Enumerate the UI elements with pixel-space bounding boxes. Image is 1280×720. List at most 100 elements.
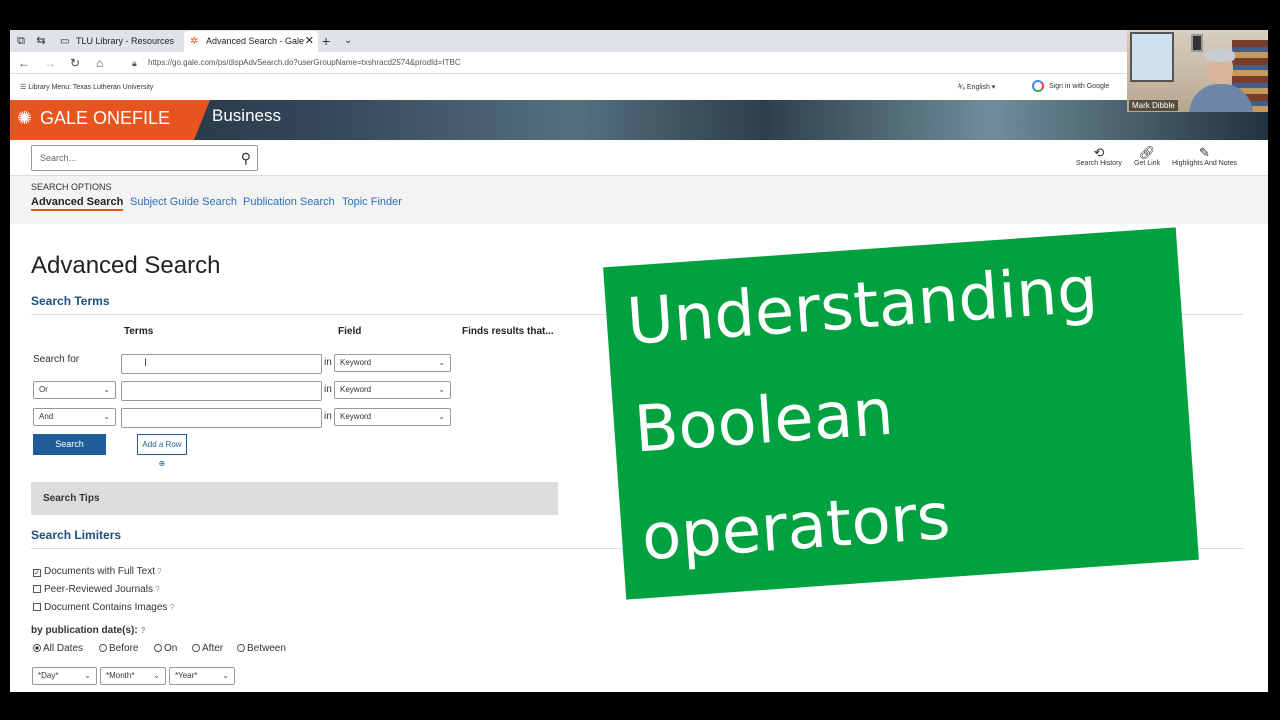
- radio-label: Between: [247, 643, 286, 654]
- terms-column-header: Terms: [124, 326, 154, 337]
- tab-advanced-search[interactable]: ✲ Advanced Search - Gale ✕: [184, 31, 318, 52]
- operator-value: Or: [39, 385, 48, 394]
- overlay-line-1: Understanding: [624, 253, 1100, 360]
- new-tab-icon[interactable]: +: [322, 31, 330, 51]
- tab-actions-icon[interactable]: ⇆: [34, 34, 48, 48]
- add-row-label: Add a Row: [142, 440, 182, 449]
- in-label: in: [324, 357, 332, 368]
- google-sign-in[interactable]: Sign in with Google: [1032, 80, 1109, 92]
- product-name: Business: [212, 106, 281, 125]
- search-terms-heading: Search Terms: [31, 294, 110, 308]
- overlay-line-3: operators: [639, 479, 953, 576]
- language-selector[interactable]: ᴬ⁄ₐ English ▾: [958, 83, 995, 91]
- chevron-down-icon: ⌄: [438, 385, 445, 394]
- workspaces-icon[interactable]: ⧉: [14, 34, 28, 48]
- checkbox-label: Peer-Reviewed Journals: [44, 584, 153, 595]
- radio-all-dates[interactable]: All Dates: [33, 643, 83, 654]
- gale-logo[interactable]: ✺ GALE ONEFILE: [10, 100, 210, 140]
- radio-icon: [154, 644, 162, 652]
- chevron-down-icon[interactable]: ⌄: [344, 31, 352, 51]
- help-icon[interactable]: ?: [167, 603, 174, 612]
- overlay-line-2: Boolean: [631, 375, 896, 468]
- presenter-hair: [1205, 48, 1235, 62]
- radio-icon: [237, 644, 245, 652]
- search-term-input-2[interactable]: [121, 381, 322, 401]
- home-icon[interactable]: ⌂: [96, 55, 103, 71]
- tab-label: TLU Library - Resources: [76, 36, 175, 46]
- operator-select-2[interactable]: Or ⌄: [33, 381, 116, 399]
- library-menu-bar: ☰ Library Menu: Texas Lutheran Universit…: [10, 78, 1268, 100]
- library-menu-link[interactable]: ☰ Library Menu: Texas Lutheran Universit…: [20, 83, 153, 91]
- day-select-value: *Day*: [38, 671, 59, 680]
- plus-circle-icon: ⊕: [158, 459, 166, 468]
- add-row-button[interactable]: Add a Row ⊕: [137, 434, 187, 468]
- tab-bar: ⧉ ⇆ ▭ TLU Library - Resources ✲ Advanced…: [10, 30, 1268, 52]
- history-icon: ⟲: [1093, 145, 1105, 160]
- help-icon[interactable]: ?: [155, 567, 161, 576]
- lock-icon: 🔒︎: [132, 58, 137, 68]
- help-icon[interactable]: ?: [140, 626, 145, 635]
- field-select-2[interactable]: Keyword ⌄: [334, 381, 451, 399]
- field-select-3[interactable]: Keyword ⌄: [334, 408, 451, 426]
- search-icon[interactable]: ⚲: [241, 146, 251, 170]
- get-link-label: Get Link: [1134, 160, 1161, 167]
- operator-select-3[interactable]: And ⌄: [33, 408, 116, 426]
- library-menu-label: Library Menu: Texas Lutheran University: [28, 84, 154, 91]
- radio-before[interactable]: Before: [99, 643, 138, 654]
- chevron-down-icon: ⌄: [438, 412, 445, 421]
- webcam-video: Mark Dibble: [1127, 30, 1268, 112]
- chevron-down-icon: ⌄: [222, 671, 229, 680]
- radio-between[interactable]: Between: [237, 643, 286, 654]
- radio-label: All Dates: [43, 643, 84, 654]
- back-icon[interactable]: ←: [18, 55, 30, 71]
- sign-in-label: Sign in with Google: [1049, 82, 1110, 90]
- help-icon[interactable]: ?: [153, 585, 159, 594]
- highlights-label: Highlights And Notes: [1172, 160, 1237, 167]
- close-tab-icon[interactable]: ✕: [305, 31, 314, 52]
- wall-frame: [1191, 34, 1203, 52]
- in-label: in: [324, 384, 332, 395]
- search-placeholder: Search...: [40, 153, 77, 163]
- chevron-down-icon: ⌄: [438, 358, 445, 367]
- tab-label: Advanced Search - Gale: [206, 36, 305, 46]
- search-for-label: Search for: [33, 354, 80, 365]
- checkbox-checked-icon: ✓: [33, 569, 41, 577]
- checkbox-label: Documents with Full Text: [44, 566, 155, 577]
- link-icon: 🔗︎: [1138, 145, 1156, 160]
- search-tips-panel[interactable]: Search Tips: [31, 482, 558, 515]
- wall-picture: [1130, 32, 1174, 82]
- checkbox-label: Document Contains Images: [44, 602, 168, 613]
- tab-advanced-search-option[interactable]: Advanced Search: [31, 196, 124, 211]
- search-term-input-1[interactable]: I: [121, 354, 322, 374]
- finds-column-header: Finds results that...: [462, 326, 554, 337]
- get-link-button[interactable]: 🔗︎ Get Link: [1134, 145, 1161, 168]
- pub-date-label: by publication date(s): ?: [31, 625, 145, 636]
- year-select[interactable]: *Year* ⌄: [169, 667, 235, 685]
- tab-publication-search[interactable]: Publication Search: [243, 196, 335, 208]
- refresh-icon[interactable]: ↻: [70, 55, 80, 71]
- url-field[interactable]: 🔒︎ https://go.gale.com/ps/dispAdvSearch.…: [130, 55, 1130, 71]
- tab-subject-guide-search[interactable]: Subject Guide Search: [130, 196, 237, 208]
- field-select-value: Keyword: [340, 358, 372, 367]
- peer-reviewed-checkbox[interactable]: Peer-Reviewed Journals ?: [33, 584, 160, 595]
- tab-topic-finder[interactable]: Topic Finder: [342, 196, 402, 208]
- forward-icon[interactable]: →: [44, 55, 56, 71]
- year-select-value: *Year*: [175, 671, 198, 680]
- field-select-1[interactable]: Keyword ⌄: [334, 354, 451, 372]
- search-term-input-3[interactable]: [121, 408, 322, 428]
- radio-after[interactable]: After: [192, 643, 223, 654]
- title-overlay: Understanding Boolean operators: [603, 227, 1199, 600]
- contains-images-checkbox[interactable]: Document Contains Images ?: [33, 602, 174, 613]
- page-icon: ▭: [60, 36, 70, 47]
- day-select[interactable]: *Day* ⌄: [32, 667, 97, 685]
- full-text-checkbox[interactable]: ✓ Documents with Full Text ?: [33, 566, 162, 577]
- highlights-button[interactable]: ✎ Highlights And Notes: [1172, 146, 1237, 168]
- search-limiters-heading: Search Limiters: [31, 528, 122, 542]
- tab-tlu-library[interactable]: ▭ TLU Library - Resources: [54, 31, 182, 52]
- radio-on[interactable]: On: [154, 643, 177, 654]
- search-input[interactable]: Search... ⚲: [31, 145, 258, 171]
- search-button[interactable]: Search: [33, 434, 106, 455]
- product-banner: ✺ GALE ONEFILE Business: [10, 100, 1268, 140]
- month-select[interactable]: *Month* ⌄: [100, 667, 166, 685]
- search-history-button[interactable]: ⟲ Search History: [1076, 145, 1122, 168]
